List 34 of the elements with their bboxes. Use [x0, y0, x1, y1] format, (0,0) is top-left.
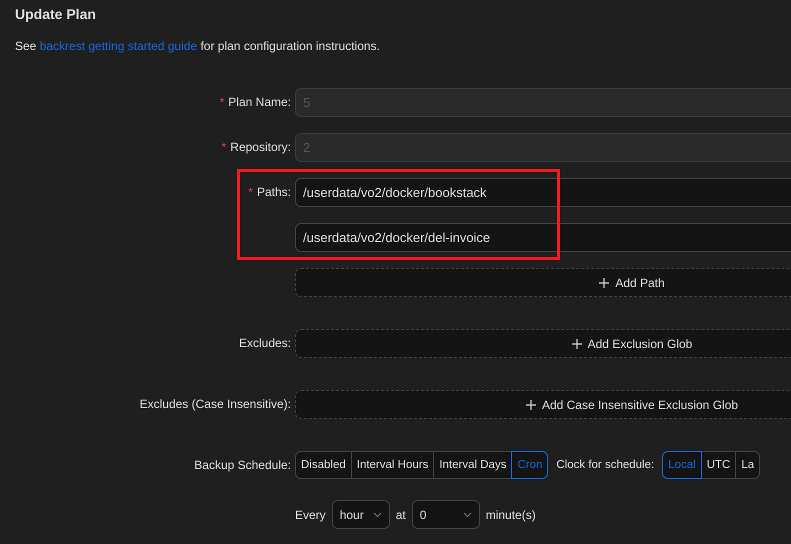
field-label: Excludes: [238, 336, 291, 350]
plus-icon [599, 278, 610, 288]
at-text: at [396, 508, 406, 522]
plus-icon [526, 400, 536, 410]
field-label: Excludes (Case Insensitive): [140, 397, 291, 411]
segment-button[interactable]: Local [662, 451, 702, 479]
intro-text: See backrest getting started guide for plan configuration instructions. [15, 39, 380, 53]
field-label: Repository: [230, 140, 291, 154]
segment-button[interactable]: Interval Hours [350, 451, 434, 479]
path-field[interactable]: /userdata/vo2/docker/bookstack [295, 178, 791, 207]
minutes-text: minute(s) [486, 508, 536, 522]
required-mark: * [220, 95, 224, 109]
segment-button[interactable]: Disabled [295, 451, 352, 479]
add-button[interactable]: Add Case Insensitive Exclusion Glob [295, 390, 791, 419]
field-label: Plan Name: [228, 95, 291, 109]
segment-button[interactable]: UTC [700, 451, 736, 479]
every-text: Every [295, 508, 326, 522]
field-label: Clock for schedule: [556, 459, 654, 471]
page-title: Update Plan [15, 6, 96, 22]
required-mark: * [222, 140, 226, 154]
add-button[interactable]: Add Path [295, 268, 791, 297]
plus-icon [572, 338, 582, 348]
segment-button[interactable]: Cron [511, 451, 548, 479]
minute-select[interactable]: 0 [412, 500, 480, 529]
unit-select[interactable]: hour [332, 500, 390, 529]
path-field[interactable]: /userdata/vo2/docker/del-invoice [295, 223, 791, 252]
add-button[interactable]: Add Exclusion Glob [295, 329, 791, 358]
segment-button[interactable]: La [735, 451, 760, 479]
field-label: Paths: [256, 185, 291, 199]
field-label: Backup Schedule: [194, 458, 291, 472]
caret-icon [372, 512, 382, 518]
segment-button[interactable]: Interval Days [433, 451, 512, 479]
required-mark: * [248, 185, 253, 199]
caret-icon [462, 512, 472, 518]
